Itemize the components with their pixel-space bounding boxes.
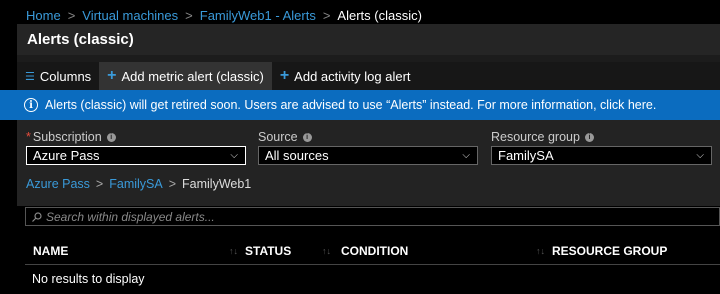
source-dropdown[interactable]: All sources ⌵ (258, 146, 478, 165)
empty-results-text: No results to display (32, 272, 145, 286)
search-icon (32, 211, 42, 222)
column-header-condition[interactable]: CONDITION (341, 244, 408, 258)
add-activity-log-alert-button[interactable]: + Add activity log alert (272, 62, 419, 90)
info-icon: i (24, 98, 38, 112)
scope-resource-group-link[interactable]: FamilySA (109, 177, 162, 191)
retirement-banner[interactable]: i Alerts (classic) will get retired soon… (0, 90, 720, 120)
required-asterisk: * (26, 130, 31, 144)
columns-button[interactable]: ☰ Columns (17, 62, 99, 90)
sort-icon[interactable]: ↑↓ (229, 246, 238, 256)
resource-group-filter: Resource group i FamilySA ⌵ (491, 130, 712, 165)
add-metric-alert-label: Add metric alert (classic) (121, 68, 264, 84)
breadcrumb-virtual-machines[interactable]: Virtual machines (82, 8, 178, 23)
page-title: Alerts (classic) (17, 24, 720, 55)
sort-icon[interactable]: ↑↓ (322, 246, 331, 256)
chevron-down-icon: ⌵ (462, 150, 470, 161)
breadcrumb-current: Alerts (classic) (337, 7, 422, 23)
column-header-name[interactable]: NAME (33, 244, 68, 258)
column-header-status[interactable]: STATUS (245, 244, 291, 258)
info-icon[interactable]: i (302, 132, 312, 142)
subscription-dropdown[interactable]: Azure Pass ⌵ (26, 146, 246, 165)
breadcrumb-separator: > (185, 7, 193, 23)
plus-icon: + (279, 67, 290, 84)
source-label: Source (258, 130, 298, 144)
search-input[interactable]: Search within displayed alerts... (25, 207, 720, 226)
source-value: All sources (265, 148, 329, 163)
scope-resource-current: FamilyWeb1 (182, 177, 252, 191)
banner-text: Alerts (classic) will get retired soon. … (45, 98, 657, 112)
breadcrumb-separator: > (168, 177, 177, 191)
add-metric-alert-button[interactable]: + Add metric alert (classic) (99, 62, 272, 90)
subscription-value: Azure Pass (33, 148, 100, 163)
breadcrumb-separator: > (322, 7, 331, 23)
search-placeholder: Search within displayed alerts... (46, 209, 215, 224)
header-divider (25, 264, 720, 265)
add-activity-log-alert-label: Add activity log alert (294, 68, 411, 84)
breadcrumb-separator: > (95, 177, 104, 191)
toolbar: ☰ Columns + Add metric alert (classic) +… (17, 62, 720, 90)
breadcrumb-separator: > (67, 7, 76, 23)
resource-group-dropdown[interactable]: FamilySA ⌵ (491, 146, 712, 165)
results-panel: Search within displayed alerts... NAME ↑… (17, 206, 720, 294)
subscription-filter: * Subscription i Azure Pass ⌵ (26, 130, 246, 165)
columns-icon: ☰ (25, 70, 35, 83)
scope-subscription-link[interactable]: Azure Pass (26, 177, 90, 191)
plus-icon: + (107, 67, 117, 84)
breadcrumb-familyweb1-alerts[interactable]: FamilyWeb1 - Alerts (200, 8, 316, 23)
resource-group-value: FamilySA (498, 148, 554, 163)
subscription-label: Subscription (32, 130, 102, 144)
info-icon[interactable]: i (584, 132, 594, 142)
chevron-down-icon: ⌵ (696, 150, 704, 161)
resource-group-label: Resource group (491, 130, 580, 144)
info-icon[interactable]: i (106, 132, 116, 142)
source-filter: Source i All sources ⌵ (258, 130, 478, 165)
columns-label: Columns (39, 68, 92, 84)
sort-icon[interactable]: ↑↓ (536, 246, 545, 256)
column-header-resource-group[interactable]: RESOURCE GROUP (552, 244, 667, 258)
breadcrumb-home[interactable]: Home (26, 8, 61, 23)
alerts-blade: Alerts (classic) ☰ Columns + Add metric … (0, 24, 720, 294)
table-header: NAME ↑↓ STATUS ↑↓ CONDITION ↑↓ RESOURCE … (17, 240, 720, 262)
scope-breadcrumb: Azure Pass > FamilySA > FamilyWeb1 (26, 177, 251, 191)
chevron-down-icon: ⌵ (230, 150, 238, 161)
